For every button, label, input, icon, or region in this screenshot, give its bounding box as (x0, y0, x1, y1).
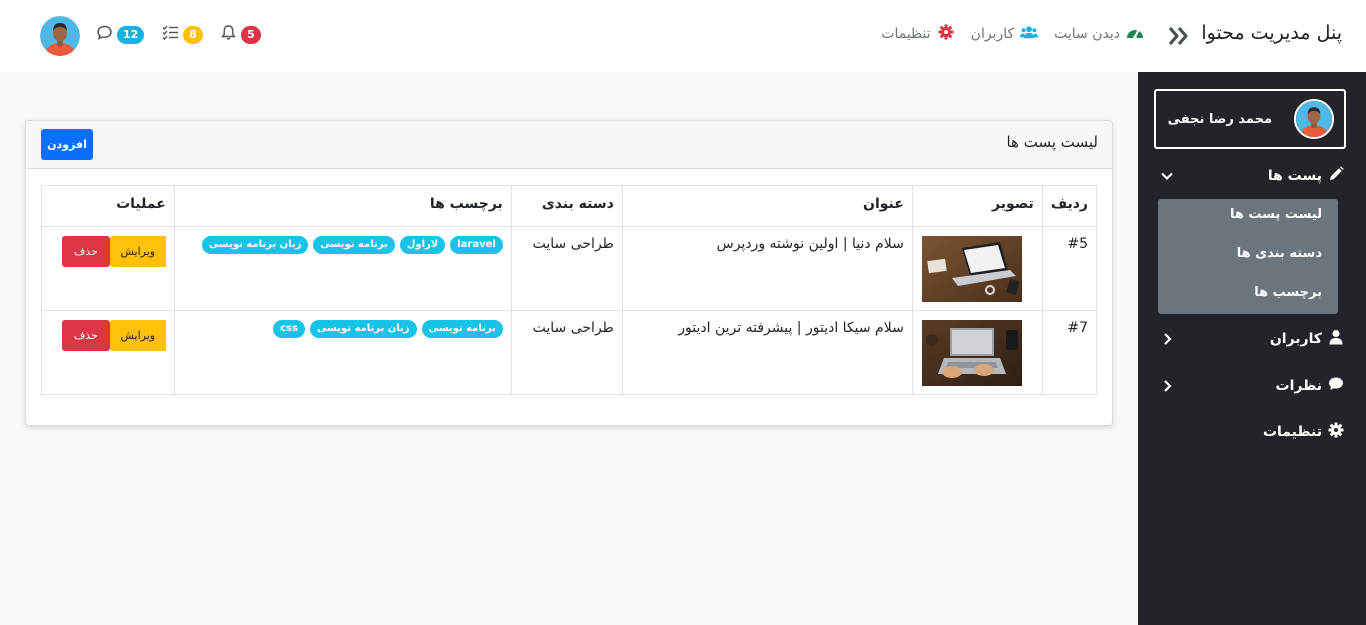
add-post-button[interactable]: افزودن (41, 129, 93, 160)
row-id: #7 (1041, 310, 1098, 395)
brand-title[interactable]: پنل مدیریت محتوا (1201, 22, 1342, 44)
tag-badge: laravel (450, 236, 503, 254)
gauge-icon (1126, 24, 1144, 44)
messages-indicator[interactable]: 12 (96, 24, 145, 45)
tag-badge: css (273, 320, 305, 338)
post-actions-cell: ویرایش حذف (41, 310, 175, 395)
checklist-icon (162, 24, 179, 45)
edit-button[interactable]: ویرایش (109, 320, 166, 351)
top-link-label: کاربران (970, 26, 1015, 42)
delete-button[interactable]: حذف (61, 320, 110, 351)
post-title: سلام دنیا | اولین نوشته وردپرس (621, 226, 913, 311)
table-row: #5 سلام دنیا | اولین نوشته وردپرس طراحی … (41, 226, 1098, 311)
comment-icon (96, 24, 113, 45)
top-navbar: پنل مدیریت محتوا دیدن سایت کاربران تنظیم… (0, 0, 1366, 72)
tag-badge: برنامه نویسی (421, 320, 503, 338)
gear-icon (1322, 422, 1344, 442)
submenu-item-tags[interactable]: برچسب ها (1254, 285, 1322, 300)
notifications-count-badge: 5 (241, 25, 261, 44)
sidebar-item-users[interactable]: کاربران (1160, 325, 1344, 353)
post-thumbnail[interactable] (921, 320, 1022, 386)
top-link-view-site[interactable]: دیدن سایت (1054, 24, 1144, 44)
submenu-item-post-list[interactable]: لیست پست ها (1230, 207, 1322, 222)
column-header-title: عنوان (621, 185, 913, 227)
posts-table: ردیف تصویر عنوان دسته بندی برچسب ها عملی… (41, 185, 1098, 395)
user-icon (1322, 329, 1344, 349)
pencil-icon (1322, 166, 1344, 186)
notifications-indicator[interactable]: 5 (220, 24, 261, 45)
gear-icon (937, 24, 955, 44)
post-tags-cell: برنامه نویسی زبان برنامه نویسی css (173, 310, 512, 395)
user-avatar[interactable] (40, 16, 80, 56)
top-link-settings[interactable]: تنظیمات (881, 24, 954, 44)
posts-card: لیست پست ها افزودن ردیف تصویر عنوان دسته… (25, 120, 1113, 426)
submenu-item-categories[interactable]: دسته بندی ها (1237, 246, 1322, 261)
post-tags-cell: laravel لاراول برنامه نویسی زبان برنامه … (173, 226, 512, 311)
tag-badge: زبان برنامه نویسی (201, 236, 309, 254)
delete-button[interactable]: حذف (61, 236, 110, 267)
column-header-actions: عملیات (41, 185, 175, 227)
sidebar-toggle-icon[interactable] (1166, 25, 1190, 47)
tag-badge: لاراول (399, 236, 446, 254)
post-category: طراحی سایت (510, 226, 623, 311)
card-title: لیست پست ها (1006, 133, 1098, 151)
sidebar-item-label: کاربران (1269, 331, 1322, 347)
post-thumbnail-cell (911, 310, 1043, 395)
row-id: #5 (1041, 226, 1098, 311)
posts-submenu: لیست پست ها دسته بندی ها برچسب ها (1158, 199, 1338, 314)
post-thumbnail-cell (911, 226, 1043, 311)
column-header-row-number: ردیف (1041, 185, 1098, 227)
column-header-tags: برچسب ها (173, 185, 512, 227)
sidebar-profile[interactable]: محمد رضا نجفی (1154, 89, 1346, 149)
column-header-image: تصویر (911, 185, 1043, 227)
post-title: سلام سیکا ادیتور | پیشرفته ترین ادیتور (621, 310, 913, 395)
table-row: #7 سلام سیکا ادیتور | پیشرفته ترین ادیتو… (41, 310, 1098, 395)
post-thumbnail[interactable] (921, 236, 1022, 302)
avatar (1294, 99, 1334, 139)
sidebar: محمد رضا نجفی پست ها لیست پست ها دسته بن… (1138, 72, 1366, 625)
bell-icon (220, 24, 237, 45)
messages-count-badge: 12 (117, 25, 145, 44)
post-category: طراحی سایت (510, 310, 623, 395)
tasks-indicator[interactable]: 8 (162, 24, 203, 45)
profile-name: محمد رضا نجفی (1167, 111, 1272, 127)
top-link-users[interactable]: کاربران (970, 24, 1039, 44)
tag-badge: زبان برنامه نویسی (309, 320, 417, 338)
users-icon (1020, 24, 1039, 44)
sidebar-item-label: نظرات (1275, 378, 1322, 394)
card-header: لیست پست ها افزودن (26, 121, 1112, 169)
sidebar-item-comments[interactable]: نظرات (1160, 372, 1344, 400)
table-header-row: ردیف تصویر عنوان دسته بندی برچسب ها عملی… (41, 185, 1098, 227)
top-links: دیدن سایت کاربران تنظیمات (881, 24, 1144, 44)
sidebar-item-label: پست ها (1267, 168, 1322, 184)
sidebar-item-label: تنظیمات (1262, 424, 1322, 440)
comment-icon (1322, 376, 1344, 396)
top-link-label: تنظیمات (881, 26, 931, 42)
tasks-count-badge: 8 (183, 25, 203, 44)
post-actions-cell: ویرایش حذف (41, 226, 175, 311)
tag-badge: برنامه نویسی (313, 236, 395, 254)
edit-button[interactable]: ویرایش (109, 236, 166, 267)
column-header-category: دسته بندی (510, 185, 623, 227)
sidebar-item-settings[interactable]: تنظیمات (1160, 418, 1344, 446)
sidebar-item-posts[interactable]: پست ها (1160, 162, 1344, 190)
top-link-label: دیدن سایت (1054, 26, 1120, 42)
